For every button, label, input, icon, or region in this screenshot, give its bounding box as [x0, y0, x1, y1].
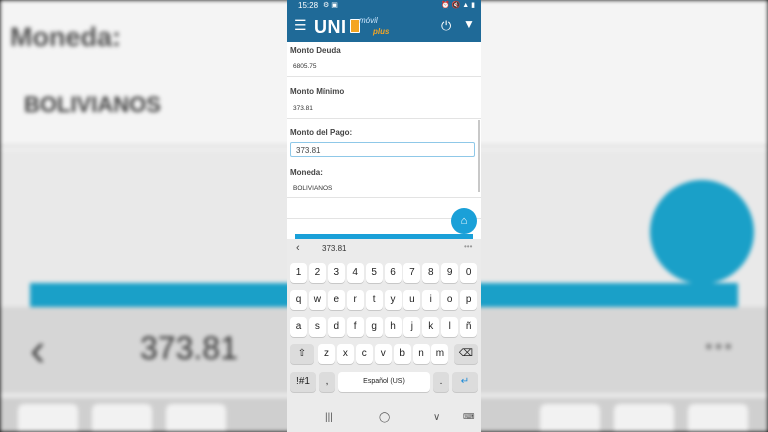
key-r[interactable]: r [346, 290, 364, 310]
app-logo-sub: móvil [359, 16, 378, 25]
phone-screen: 15:28 ⚙ ▣ ⏰ 🔇 ▲ ▮ ☰ UNI móvil plus ⏻ ▼ M… [287, 0, 481, 432]
key-s[interactable]: s [308, 317, 326, 337]
key-2[interactable]: 2 [308, 263, 326, 283]
key-ñ[interactable]: ñ [460, 317, 478, 337]
bg-moneda-label: Moneda: [10, 22, 121, 52]
hamburger-menu-icon[interactable]: ☰ [294, 18, 307, 32]
power-icon[interactable]: ⏻ [441, 18, 451, 34]
scrollbar[interactable] [478, 120, 480, 192]
monto-deuda-field: Monto Deuda 6805.75 [287, 42, 481, 77]
key-c[interactable]: c [355, 344, 373, 364]
key-7[interactable]: 7 [403, 263, 421, 283]
key-f[interactable]: f [346, 317, 364, 337]
key-z[interactable]: z [318, 344, 335, 364]
backspace-icon[interactable]: ⌫ [454, 344, 478, 364]
period-key[interactable]: . [433, 372, 449, 392]
status-bar: 15:28 ⚙ ▣ ⏰ 🔇 ▲ ▮ [287, 0, 481, 12]
key-e[interactable]: e [327, 290, 345, 310]
key-9[interactable]: 9 [441, 263, 459, 283]
monto-minimo-value: 373.81 [293, 105, 313, 112]
android-nav-bar: ||| ◯ ∨ ⌨ [287, 407, 481, 432]
keyboard-hide-icon[interactable]: ⌨ [463, 412, 475, 421]
bg-suggestion-value: 373.81 [140, 330, 238, 366]
enter-icon[interactable]: ↵ [452, 372, 478, 392]
key-w[interactable]: w [308, 290, 326, 310]
chevron-down-icon[interactable]: ▼ [463, 17, 475, 31]
key-l[interactable]: l [441, 317, 459, 337]
app-logo-plus: plus [373, 27, 390, 36]
key-h[interactable]: h [384, 317, 402, 337]
app-bar: ☰ UNI móvil plus ⏻ ▼ [287, 12, 481, 42]
home-button[interactable]: ⌂ [451, 208, 477, 234]
key-y[interactable]: y [384, 290, 402, 310]
bg-chevron-left-icon: ‹ [30, 323, 46, 375]
key-p[interactable]: p [460, 290, 478, 310]
bg-key [614, 404, 674, 432]
key-0[interactable]: 0 [460, 263, 478, 283]
shift-icon[interactable]: ⇧ [290, 344, 314, 364]
suggestion-bar: ‹ 373.81 ••• [287, 239, 481, 259]
key-o[interactable]: o [441, 290, 459, 310]
monto-minimo-label: Monto Mínimo [290, 87, 345, 96]
key-d[interactable]: d [327, 317, 345, 337]
key-m[interactable]: m [431, 344, 449, 364]
key-k[interactable]: k [422, 317, 440, 337]
key-j[interactable]: j [403, 317, 421, 337]
more-dots-icon[interactable]: ••• [464, 242, 472, 251]
monto-deuda-value: 6805.75 [293, 63, 317, 70]
suggestion-word[interactable]: 373.81 [322, 244, 346, 253]
bg-fab-circle [650, 180, 754, 284]
moneda-label: Moneda: [290, 168, 323, 177]
monto-deuda-label: Monto Deuda [290, 46, 341, 55]
key-a[interactable]: a [290, 317, 307, 337]
bg-moneda-value: BOLIVIANOS [24, 92, 161, 117]
monto-minimo-field: Monto Mínimo 373.81 [287, 77, 481, 119]
key-x[interactable]: x [336, 344, 354, 364]
payment-form: Monto Deuda 6805.75 Monto Mínimo 373.81 … [287, 42, 481, 238]
recent-apps-icon[interactable]: ||| [325, 412, 333, 423]
bg-more-dots-icon: ••• [705, 334, 735, 359]
app-logo: UNI [314, 17, 347, 37]
bg-key [540, 404, 600, 432]
notification-icons: ⚙ ▣ [323, 2, 338, 9]
key-u[interactable]: u [403, 290, 421, 310]
bg-key [688, 404, 748, 432]
moneda-value: BOLIVIANOS [293, 185, 333, 192]
back-nav-icon[interactable]: ∨ [433, 412, 440, 423]
comma-key[interactable]: , [319, 372, 335, 392]
bg-key [18, 404, 78, 432]
key-n[interactable]: n [412, 344, 430, 364]
key-q[interactable]: q [290, 290, 307, 310]
soft-keyboard: ‹ 373.81 ••• 1234567890 qwertyuiop asdfghj… [287, 239, 481, 407]
key-5[interactable]: 5 [365, 263, 383, 283]
key-6[interactable]: 6 [384, 263, 402, 283]
key-i[interactable]: i [422, 290, 440, 310]
chevron-left-icon[interactable]: ‹ [296, 242, 300, 254]
monto-pago-input[interactable]: 373.81 [290, 142, 475, 157]
status-time: 15:28 [298, 1, 319, 10]
bg-key [166, 404, 226, 432]
key-3[interactable]: 3 [327, 263, 345, 283]
key-1[interactable]: 1 [290, 263, 307, 283]
key-8[interactable]: 8 [422, 263, 440, 283]
space-key[interactable]: Español (US) [338, 372, 430, 392]
key-t[interactable]: t [365, 290, 383, 310]
moneda-field: Moneda: BOLIVIANOS [287, 160, 481, 198]
key-4[interactable]: 4 [346, 263, 364, 283]
home-nav-icon[interactable]: ◯ [379, 412, 390, 423]
key-v[interactable]: v [374, 344, 392, 364]
monto-pago-label: Monto del Pago: [290, 128, 353, 137]
home-icon: ⌂ [460, 215, 468, 227]
key-b[interactable]: b [393, 344, 411, 364]
key-g[interactable]: g [365, 317, 383, 337]
bg-key [92, 404, 152, 432]
system-status-icons: ⏰ 🔇 ▲ ▮ [440, 2, 475, 9]
symbols-key[interactable]: !#1 [290, 372, 316, 392]
